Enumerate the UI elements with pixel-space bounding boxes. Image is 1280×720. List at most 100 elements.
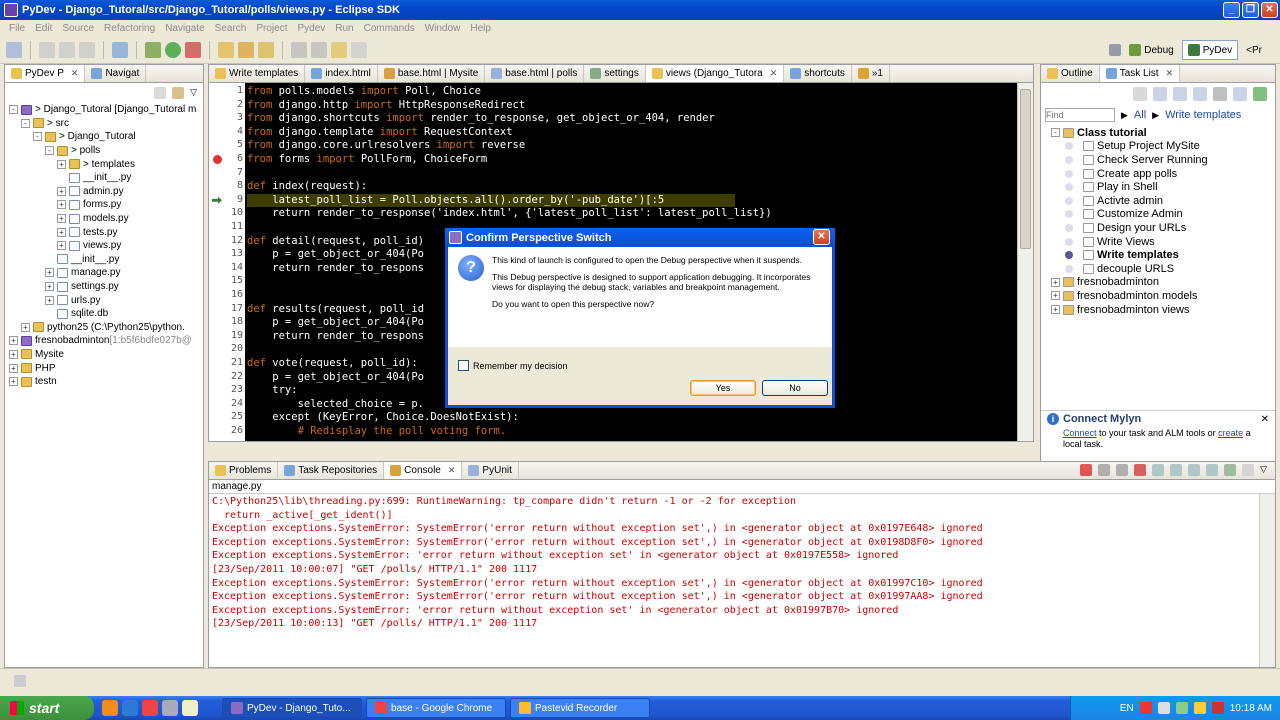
- tree-item[interactable]: + fresnobadminton [1:b5f6bdfe027b@: [5, 334, 203, 348]
- connect-link[interactable]: Connect: [1063, 428, 1097, 438]
- active-task-link[interactable]: Write templates: [1165, 109, 1241, 121]
- task-item[interactable]: Write templates: [1041, 248, 1275, 262]
- new-icon[interactable]: [6, 41, 22, 58]
- task-item[interactable]: + fresnobadminton views: [1041, 303, 1275, 317]
- tree-item[interactable]: + forms.py: [5, 198, 203, 212]
- run-icon[interactable]: [165, 41, 181, 58]
- remove-all-icon[interactable]: [1116, 464, 1129, 476]
- console-tab[interactable]: Problems: [209, 462, 279, 479]
- tree-item[interactable]: + admin.py: [5, 185, 203, 199]
- open-folder-icon[interactable]: [218, 41, 234, 58]
- collapse-all-icon[interactable]: [154, 87, 167, 99]
- create-link[interactable]: create: [1218, 428, 1243, 438]
- more-perspectives-button[interactable]: <Pr: [1240, 40, 1268, 60]
- editor-tab[interactable]: settings: [584, 65, 646, 82]
- tree-item[interactable]: + testn: [5, 375, 203, 389]
- focus-icon[interactable]: [1193, 87, 1207, 101]
- outline-tab[interactable]: Outline: [1041, 65, 1100, 82]
- link-editor-icon[interactable]: [172, 87, 185, 99]
- scroll-thumb[interactable]: [1020, 89, 1031, 249]
- display-console-icon[interactable]: [1224, 464, 1237, 476]
- task-status-icon[interactable]: [1065, 210, 1073, 219]
- console-tab[interactable]: Console ✕: [384, 462, 463, 479]
- close-tab-icon[interactable]: ✕: [1166, 68, 1174, 79]
- expand-icon[interactable]: +: [21, 322, 30, 332]
- quick-launch-app-icon[interactable]: [182, 700, 198, 716]
- edit-icon[interactable]: [258, 41, 274, 58]
- menu-item-search[interactable]: Search: [210, 23, 252, 34]
- editor-vertical-scrollbar[interactable]: [1017, 83, 1033, 441]
- task-item[interactable]: Customize Admin: [1041, 208, 1275, 222]
- task-item[interactable]: Design your URLs: [1041, 221, 1275, 235]
- workspace-icon[interactable]: [112, 41, 128, 58]
- collapse-icon[interactable]: [1233, 87, 1247, 101]
- collapse-icon[interactable]: -: [45, 146, 54, 156]
- collapse-icon[interactable]: -: [21, 118, 30, 128]
- next-arrow-icon[interactable]: ▶: [1121, 110, 1128, 121]
- taskbar-button[interactable]: PyDev - Django_Tuto...: [222, 698, 362, 718]
- expand-icon[interactable]: +: [9, 349, 18, 359]
- menu-item-refactoring[interactable]: Refactoring: [99, 23, 160, 34]
- tree-item[interactable]: __init__.py: [5, 253, 203, 267]
- dialog-close-button[interactable]: ✕: [813, 229, 830, 245]
- fast-view-icon[interactable]: [14, 675, 26, 687]
- view-menu-icon[interactable]: ▽: [1260, 464, 1267, 476]
- taskbar-button[interactable]: Pastevid Recorder: [510, 698, 650, 718]
- remember-decision-checkbox[interactable]: [458, 360, 469, 371]
- tree-item[interactable]: + > templates: [5, 157, 203, 171]
- expand-icon[interactable]: +: [57, 159, 66, 169]
- next-arrow-icon[interactable]: ▶: [1152, 110, 1159, 121]
- expand-icon[interactable]: +: [1051, 291, 1060, 301]
- tray-icon[interactable]: [1175, 702, 1188, 714]
- tree-item[interactable]: + models.py: [5, 212, 203, 226]
- expand-icon[interactable]: +: [57, 241, 66, 251]
- pin-console-icon[interactable]: [1206, 464, 1219, 476]
- task-item[interactable]: Create app polls: [1041, 167, 1275, 181]
- close-tab-icon[interactable]: ✕: [770, 68, 778, 79]
- ie-icon[interactable]: [122, 700, 138, 716]
- console-output[interactable]: manage.py C:\Python25\lib\threading.py:69…: [209, 480, 1275, 667]
- editor-tab[interactable]: »1: [852, 65, 890, 82]
- show-desktop-icon[interactable]: [162, 700, 178, 716]
- back-icon[interactable]: [331, 41, 347, 58]
- tree-item[interactable]: + tests.py: [5, 225, 203, 239]
- menu-item-navigate[interactable]: Navigate: [160, 23, 209, 34]
- task-find-input[interactable]: [1045, 108, 1115, 122]
- tree-item[interactable]: __init__.py: [5, 171, 203, 185]
- task-item[interactable]: + fresnobadminton: [1041, 276, 1275, 290]
- menu-item-pydev[interactable]: Pydev: [292, 23, 330, 34]
- tree-item[interactable]: + python25 (C:\Python25\python.: [5, 321, 203, 335]
- open-type-icon[interactable]: [238, 41, 254, 58]
- menu-item-help[interactable]: Help: [465, 23, 496, 34]
- tree-item[interactable]: + PHP: [5, 361, 203, 375]
- print-icon[interactable]: [79, 41, 95, 58]
- console-tab[interactable]: PyUnit: [462, 462, 519, 479]
- expand-icon[interactable]: +: [1051, 305, 1060, 315]
- close-tab-icon[interactable]: ✕: [71, 68, 79, 79]
- editor-tab[interactable]: shortcuts: [784, 65, 852, 82]
- task-item[interactable]: Check Server Running: [1041, 153, 1275, 167]
- taskbar-button[interactable]: base - Google Chrome: [366, 698, 506, 718]
- external-tools-icon[interactable]: [185, 41, 201, 58]
- task-item[interactable]: Write Views: [1041, 235, 1275, 249]
- tree-item[interactable]: sqlite.db: [5, 307, 203, 321]
- close-button[interactable]: ✕: [1261, 2, 1278, 18]
- console-tab[interactable]: Task Repositories: [278, 462, 385, 479]
- all-filter-link[interactable]: All: [1134, 109, 1146, 121]
- collapse-icon[interactable]: -: [1051, 128, 1060, 138]
- editor-tab[interactable]: Write templates: [209, 65, 306, 82]
- task-status-icon[interactable]: [1065, 183, 1073, 192]
- tree-item[interactable]: + manage.py: [5, 266, 203, 280]
- maximize-button[interactable]: ❐: [1242, 2, 1259, 18]
- sync-icon[interactable]: [1253, 87, 1267, 101]
- debug-perspective-button[interactable]: Debug: [1123, 40, 1179, 60]
- task-item[interactable]: Activte admin: [1041, 194, 1275, 208]
- yes-button[interactable]: Yes: [690, 380, 756, 396]
- tree-item[interactable]: + Mysite: [5, 348, 203, 362]
- minimize-button[interactable]: _: [1223, 2, 1240, 18]
- expand-icon[interactable]: +: [45, 268, 54, 278]
- deactivate-icon[interactable]: [1213, 87, 1227, 101]
- terminate-icon[interactable]: [1080, 464, 1093, 476]
- open-perspective-icon[interactable]: [1109, 44, 1122, 56]
- console-vertical-scrollbar[interactable]: [1259, 494, 1275, 667]
